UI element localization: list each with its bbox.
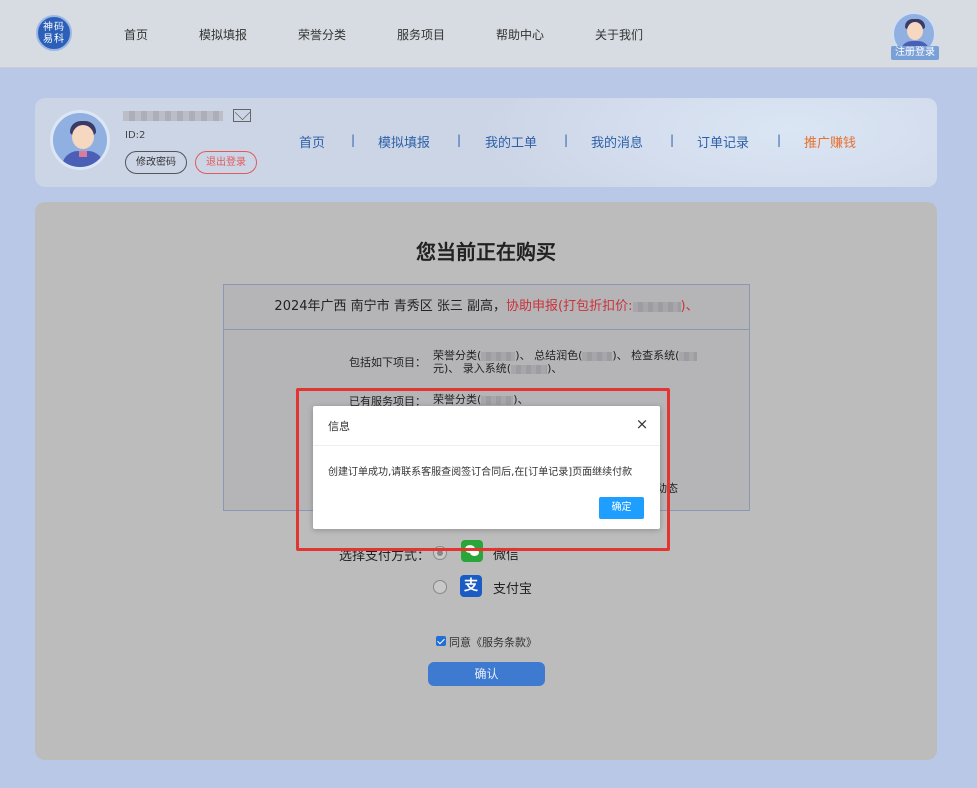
agree-checkbox[interactable]	[436, 636, 446, 646]
blurred-value	[679, 351, 698, 361]
order-package-tail: )、	[680, 299, 699, 314]
item-text: )、	[547, 362, 563, 375]
payment-option-alipay[interactable]: 支付宝	[493, 578, 532, 597]
change-password-button[interactable]: 修改密码	[125, 151, 187, 174]
avatar-tie	[79, 151, 87, 157]
dialog-title: 信息	[328, 420, 350, 433]
username-blurred	[123, 111, 223, 121]
nav-separator: |	[564, 133, 569, 147]
nav-separator: |	[351, 133, 356, 147]
user-avatar	[50, 110, 110, 170]
order-package-price: 协助申报(打包折扣价:	[506, 299, 633, 314]
nav-mock-fill[interactable]: 模拟填报	[199, 26, 247, 43]
order-header: 2024年广西 南宁市 青秀区 张三 副高，协助申报(打包折扣价: )、	[224, 285, 749, 330]
close-icon[interactable]: ×	[633, 415, 651, 433]
logout-button[interactable]: 退出登录	[195, 151, 257, 174]
radio-alipay[interactable]	[433, 580, 447, 594]
dialog-header: 信息 ×	[313, 406, 660, 446]
nav-separator: |	[670, 133, 675, 147]
nav-home[interactable]: 首页	[124, 26, 148, 43]
blurred-value	[632, 301, 681, 312]
user-nav-mock-fill[interactable]: 模拟填报	[378, 132, 430, 151]
dialog-message: 创建订单成功,请联系客服查阅签订合同后,在[订单记录]页面继续付款	[328, 467, 633, 478]
logo-text: 神码 易科	[43, 22, 65, 45]
dialog-ok-button[interactable]: 确定	[599, 497, 644, 519]
user-id: ID:2	[125, 130, 146, 141]
user-nav-my-messages[interactable]: 我的消息	[591, 132, 643, 151]
nav-honor-category[interactable]: 荣誉分类	[298, 26, 346, 43]
agree-terms-link[interactable]: 同意《服务条款》	[449, 634, 537, 650]
blurred-value	[511, 364, 548, 374]
user-card: ID:2 修改密码 退出登录 首页 | 模拟填报 | 我的工单 | 我的消息 |…	[35, 98, 937, 187]
user-nav-home[interactable]: 首页	[299, 132, 325, 151]
order-header-text: 2024年广西 南宁市 青秀区 张三 副高，	[274, 299, 507, 314]
nav-about[interactable]: 关于我们	[595, 26, 643, 43]
avatar-face	[907, 22, 923, 40]
user-nav-promotion[interactable]: 推广赚钱	[804, 132, 856, 151]
nav-services[interactable]: 服务项目	[397, 26, 445, 43]
nav-help[interactable]: 帮助中心	[496, 26, 544, 43]
info-dialog: 信息 × 创建订单成功,请联系客服查阅签订合同后,在[订单记录]页面继续付款 确…	[313, 406, 660, 529]
avatar-face	[72, 125, 94, 149]
includes-label: 包括如下项目：	[349, 356, 426, 369]
top-nav: 神码 易科 首页 模拟填报 荣誉分类 服务项目 帮助中心 关于我们 注册登录	[0, 0, 977, 68]
user-nav-my-tickets[interactable]: 我的工单	[485, 132, 537, 151]
blurred-value	[481, 351, 516, 361]
nav-separator: |	[777, 133, 782, 147]
page-title: 您当前正在购买	[416, 240, 556, 264]
includes-list: 荣誉分类( )、 总结润色( )、 检查系统( 元)、 录入系统( )、	[433, 349, 733, 375]
nav-separator: |	[457, 133, 462, 147]
logo[interactable]: 神码 易科	[36, 15, 72, 51]
confirm-button[interactable]: 确认	[428, 662, 545, 686]
item-text: 荣誉分类(	[433, 349, 482, 362]
item-text: )、 检查系统(	[612, 349, 680, 362]
blurred-value	[582, 351, 613, 361]
alipay-icon: 支	[460, 575, 482, 597]
user-nav-order-records[interactable]: 订单记录	[697, 132, 749, 151]
login-register-link[interactable]: 注册登录	[891, 46, 939, 60]
item-text: )、 总结润色(	[515, 349, 583, 362]
mail-icon[interactable]	[233, 109, 251, 122]
item-text: 元)、 录入系统(	[433, 362, 512, 375]
